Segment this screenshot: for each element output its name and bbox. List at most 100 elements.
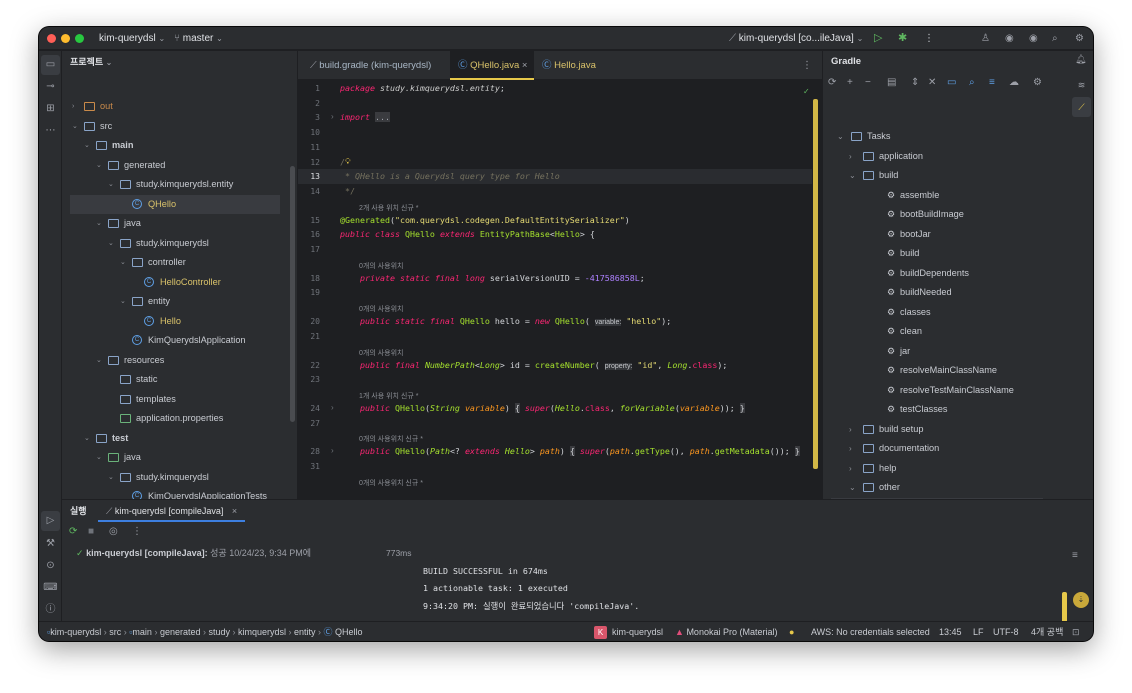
copilot-icon[interactable]: ◉ <box>1005 27 1014 50</box>
tree-item[interactable]: ⌄ java <box>62 448 297 468</box>
fold-icon[interactable]: › <box>331 446 334 455</box>
settings-icon[interactable]: ⚙ <box>1075 27 1084 50</box>
lightbulb-icon[interactable]: 💡︎ <box>345 157 351 167</box>
terminal-tool-icon[interactable]: ⌨ <box>39 578 62 598</box>
chevron-icon[interactable]: ⌄ <box>108 175 114 195</box>
gradle-settings-icon[interactable]: ⚙ <box>1033 77 1042 88</box>
tree-item[interactable]: ⌄ controller <box>62 253 297 273</box>
inspections-ok-icon[interactable]: ✓ <box>803 87 810 96</box>
rerun-icon[interactable]: ⟳ <box>69 526 77 537</box>
run-tool-icon[interactable]: ▷ <box>41 511 60 531</box>
chevron-icon[interactable]: ⌄ <box>84 136 90 156</box>
soft-wrap-icon[interactable]: ≡ <box>1072 550 1078 561</box>
add-user-icon[interactable]: ♙ <box>981 27 990 50</box>
tree-item[interactable]: C KimQuerydslApplication <box>62 331 297 351</box>
editor-scrollbar[interactable] <box>813 99 818 469</box>
structure-tool-icon[interactable]: ⊞ <box>39 99 62 119</box>
run-tab[interactable]: ⟋ kim-querydsl [compileJava] × <box>98 500 246 522</box>
more-actions-icon[interactable]: ⋮ <box>924 27 934 50</box>
tree-item[interactable]: ⌄ main <box>62 136 297 156</box>
stop-icon[interactable]: ■ <box>88 526 94 537</box>
gradle-item[interactable]: ⚙ build <box>831 244 1043 264</box>
tree-item[interactable]: ⌄ test <box>62 429 297 449</box>
gradle-item[interactable]: ⌄ build <box>831 166 1043 186</box>
branch-switcher[interactable]: ⑂ master ⌄ <box>174 27 223 50</box>
usage-hint[interactable]: 0개의 사용위치 신규 * <box>359 434 423 444</box>
tree-item[interactable]: templates <box>62 390 297 410</box>
breadcrumb-item[interactable]: kim-querydsl <box>50 627 101 637</box>
usage-hint[interactable]: 0개의 사용위치 신규 * <box>359 478 423 488</box>
gradle-item[interactable]: › build setup <box>831 420 1043 440</box>
chevron-icon[interactable]: ⌄ <box>837 127 844 147</box>
breadcrumb-item[interactable]: study <box>208 627 230 637</box>
usage-hint[interactable]: 0개의 사용위치 <box>359 348 403 358</box>
gradle-item[interactable]: ⚙ resolveTestMainClassName <box>831 381 1043 401</box>
chevron-icon[interactable]: ⌄ <box>96 156 102 176</box>
run-tree-item[interactable]: ✓ kim-querydsl [compileJava]: 성공 10/24/2… <box>76 544 311 562</box>
gradle-item[interactable]: ⚙ buildDependents <box>831 264 1043 284</box>
tree-item[interactable]: ⌄ study.kimquerydsl.entity <box>62 175 297 195</box>
gradle-tool-icon[interactable]: ⟋ <box>1072 97 1091 117</box>
gradle-item[interactable]: ⚙ testClasses <box>831 400 1043 420</box>
tree-item[interactable]: C KimQuerydslApplicationTests <box>62 487 297 499</box>
gradle-item[interactable]: › help <box>831 459 1043 479</box>
chevron-icon[interactable]: ⌄ <box>72 117 78 137</box>
problems-tool-icon[interactable]: ⓘ <box>39 600 62 620</box>
chevron-icon[interactable]: ⌄ <box>849 478 856 498</box>
editor-tab[interactable]: Ⓒ Hello.java <box>534 51 606 80</box>
chevron-icon[interactable]: › <box>849 439 852 459</box>
tree-item[interactable]: › out <box>62 97 297 117</box>
close-tab-icon[interactable]: × <box>232 506 237 516</box>
gradle-item[interactable]: › application <box>831 147 1043 167</box>
build-tool-icon[interactable]: ⚒ <box>39 534 62 554</box>
add-icon[interactable]: + <box>847 77 853 88</box>
search-icon[interactable]: ⌕ <box>1052 27 1058 50</box>
tree-item[interactable]: ⌄ entity <box>62 292 297 312</box>
tree-item[interactable]: static <box>62 370 297 390</box>
aws-status[interactable]: AWS: No credentials selected <box>811 622 930 641</box>
tree-item[interactable]: ⌄ study.kimquerydsl <box>62 234 297 254</box>
profile-widget[interactable]: K kim-querydsl <box>594 622 663 641</box>
chevron-icon[interactable]: › <box>72 97 74 117</box>
indent-setting[interactable]: 4개 공백 <box>1031 622 1063 641</box>
editor-tabs-more-icon[interactable]: ⋮ <box>802 51 812 80</box>
offline-icon[interactable]: ≡ <box>989 77 995 88</box>
gradle-item[interactable]: ⚙ resolveMainClassName <box>831 361 1043 381</box>
chevron-icon[interactable]: ⌄ <box>84 429 90 449</box>
usage-hint[interactable]: 0개의 사용위치 <box>359 261 403 271</box>
run-icon[interactable]: ▷ <box>874 27 882 50</box>
more-options-icon[interactable]: ⋮ <box>132 526 142 537</box>
usage-hint[interactable]: 1개 사용 위치 신규 * <box>359 391 418 401</box>
breadcrumb-item[interactable]: src <box>109 627 121 637</box>
reload-icon[interactable]: ⟳ <box>828 77 836 88</box>
editor-tab[interactable]: ⟋ build.gradle (kim-querydsl) <box>302 51 450 80</box>
gradle-item[interactable]: ⚙ bootBuildImage <box>831 205 1043 225</box>
gradle-item[interactable]: ⚙ clean <box>831 322 1043 342</box>
find-icon[interactable]: ⌕ <box>969 77 975 88</box>
remove-icon[interactable]: − <box>865 77 871 88</box>
commit-tool-icon[interactable]: ⊸ <box>39 77 62 97</box>
gradle-item[interactable]: ⚙ bootJar <box>831 225 1043 245</box>
expand-icon[interactable]: ⇕ <box>911 77 919 88</box>
minimize-window-button[interactable] <box>61 34 70 43</box>
fold-icon[interactable]: › <box>331 403 334 412</box>
tree-item[interactable]: ⌄ java <box>62 214 297 234</box>
usage-hint[interactable]: 0개의 사용위치 <box>359 304 403 314</box>
usage-hint[interactable]: 2개 사용 위치 신규 * <box>359 203 418 213</box>
tree-item[interactable]: C HelloController <box>62 273 297 293</box>
gradle-item[interactable]: ⚙ classes <box>831 303 1043 323</box>
chevron-icon[interactable]: ⌄ <box>108 234 114 254</box>
fold-icon[interactable]: › <box>331 112 334 121</box>
collapse-icon[interactable]: ✕ <box>928 77 936 88</box>
project-switcher[interactable]: kim-querydsl ⌄ <box>99 27 165 50</box>
breadcrumb-item[interactable]: entity <box>294 627 316 637</box>
file-encoding[interactable]: UTF-8 <box>993 622 1019 641</box>
tree-item[interactable]: ⌄ resources <box>62 351 297 371</box>
tree-item[interactable]: C Hello <box>62 312 297 332</box>
tasks-icon[interactable]: ▤ <box>887 77 896 88</box>
debug-icon[interactable]: ✱ <box>898 27 907 50</box>
more-tools-icon[interactable]: ⋯ <box>39 121 62 141</box>
breadcrumb-item[interactable]: kimquerydsl <box>238 627 286 637</box>
folder-icon[interactable]: ▭ <box>947 77 956 88</box>
scroll-to-end-icon[interactable]: ⇣ <box>1073 592 1089 608</box>
